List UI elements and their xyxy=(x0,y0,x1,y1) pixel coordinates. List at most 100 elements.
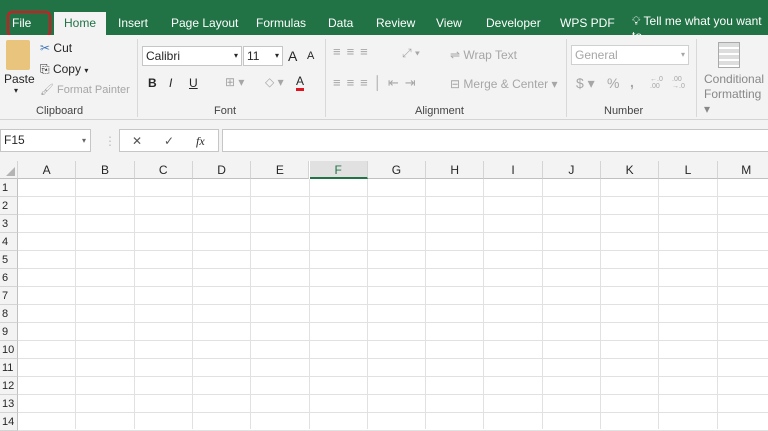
row-header-11[interactable]: 11 xyxy=(0,359,18,377)
font-name-value: Calibri xyxy=(146,49,181,63)
row-header-8[interactable]: 8 xyxy=(0,305,18,323)
title-bar: File Home Insert Page Layout Formulas Data Rev… xyxy=(0,0,768,43)
paste-icon[interactable] xyxy=(6,40,30,70)
shrink-font-button[interactable]: A xyxy=(307,50,314,62)
currency-label: $ xyxy=(576,75,584,91)
column-header-A[interactable]: A xyxy=(18,161,77,179)
gridline xyxy=(18,250,768,251)
tab-insert[interactable]: Insert xyxy=(112,12,154,35)
copy-label: Copy xyxy=(52,62,81,76)
column-header-G[interactable]: G xyxy=(367,161,427,179)
column-header-J[interactable]: J xyxy=(542,161,601,179)
select-all-corner[interactable] xyxy=(0,161,18,179)
ribbon-home: Paste ▾ ✂ Cut ⎘ Copy ▾ 🖌︎ Format Painter… xyxy=(0,35,768,120)
file-highlight-box xyxy=(7,11,51,37)
row-header-14[interactable]: 14 xyxy=(0,413,18,431)
increase-decimal-button[interactable]: ←.0 .00 xyxy=(650,76,668,90)
column-header-E[interactable]: E xyxy=(251,161,310,179)
wrap-text-button[interactable]: ⇌ Wrap Text xyxy=(450,48,517,62)
borders-icon[interactable]: ⊞ ▾ xyxy=(225,75,244,89)
format-painter-label: Format Painter xyxy=(57,84,130,96)
merge-center-label: Merge & Center xyxy=(463,77,549,91)
tab-page-layout[interactable]: Page Layout xyxy=(165,12,244,35)
column-header-D[interactable]: D xyxy=(192,161,252,179)
currency-button[interactable]: $ ▾ xyxy=(576,75,595,92)
font-group-label: Font xyxy=(214,105,237,117)
number-format-select[interactable]: General ▾ xyxy=(571,45,689,65)
tab-formulas[interactable]: Formulas xyxy=(250,12,312,35)
font-name-select[interactable]: Calibri ▾ xyxy=(142,46,242,66)
formula-input[interactable] xyxy=(222,129,768,152)
gridline xyxy=(18,412,768,413)
column-header-M[interactable]: M xyxy=(717,161,768,179)
copy-dropdown-icon[interactable]: ▾ xyxy=(84,66,88,75)
copy-icon: ⎘ xyxy=(40,62,50,76)
row-header-10[interactable]: 10 xyxy=(0,341,18,359)
column-header-K[interactable]: K xyxy=(601,161,660,179)
cut-button[interactable]: ✂ Cut xyxy=(40,41,72,55)
tab-wps-pdf[interactable]: WPS PDF xyxy=(554,12,621,35)
tab-review[interactable]: Review xyxy=(370,12,421,35)
wrap-icon: ⇌ xyxy=(450,48,461,62)
divider xyxy=(325,39,326,117)
name-box-value: F15 xyxy=(4,133,25,147)
row-header-1[interactable]: 1 xyxy=(0,179,18,197)
cancel-icon[interactable]: ✕ xyxy=(132,132,142,150)
wrap-text-label: Wrap Text xyxy=(463,48,517,62)
divider xyxy=(137,39,138,117)
gridline xyxy=(18,268,768,269)
merge-center-button[interactable]: ⊟ Merge & Center ▾ xyxy=(450,77,557,91)
copy-button[interactable]: ⎘ Copy ▾ xyxy=(40,62,88,77)
vertical-align-icons[interactable]: ≡≡≡ xyxy=(333,44,374,59)
fill-color-icon[interactable]: ◇ ▾ xyxy=(265,75,284,89)
row-header-12[interactable]: 12 xyxy=(0,377,18,395)
row-header-9[interactable]: 9 xyxy=(0,323,18,341)
horizontal-align-icons[interactable]: ≡≡≡│⇤⇥ xyxy=(333,75,422,91)
grow-font-button[interactable]: A xyxy=(288,48,297,64)
gridline xyxy=(18,358,768,359)
font-color-button[interactable]: A xyxy=(296,75,305,91)
tab-developer[interactable]: Developer xyxy=(480,12,547,35)
formula-bar: F15 ▾ ⋮ ✕ ✓ fx xyxy=(0,120,768,161)
paste-button[interactable]: Paste xyxy=(4,72,35,86)
conditional-formatting-icon[interactable] xyxy=(718,42,740,68)
tab-home[interactable]: Home xyxy=(54,12,106,35)
column-header-C[interactable]: C xyxy=(134,161,193,179)
tab-view[interactable]: View xyxy=(430,12,468,35)
row-header-5[interactable]: 5 xyxy=(0,251,18,269)
font-size-select[interactable]: 11 ▾ xyxy=(243,46,283,66)
percent-button[interactable]: % xyxy=(607,75,619,91)
drag-handle-icon[interactable]: ⋮ xyxy=(104,134,116,148)
column-header-B[interactable]: B xyxy=(76,161,135,179)
row-header-2[interactable]: 2 xyxy=(0,197,18,215)
row-header-13[interactable]: 13 xyxy=(0,395,18,413)
row-header-4[interactable]: 4 xyxy=(0,233,18,251)
lightbulb-icon: 💡︎ xyxy=(632,14,641,28)
column-header-F[interactable]: F xyxy=(309,161,368,179)
comma-button[interactable]: , xyxy=(630,74,634,90)
column-header-L[interactable]: L xyxy=(659,161,718,179)
column-header-I[interactable]: I xyxy=(484,161,543,179)
merge-icon: ⊟ xyxy=(450,77,461,91)
format-painter-button[interactable]: 🖌︎ Format Painter xyxy=(40,83,130,96)
paste-dropdown-icon[interactable]: ▾ xyxy=(14,86,18,95)
italic-button[interactable]: I xyxy=(169,76,172,90)
number-format-value: General xyxy=(575,48,618,62)
font-size-value: 11 xyxy=(247,49,260,63)
enter-icon[interactable]: ✓ xyxy=(164,132,174,150)
function-icon[interactable]: fx xyxy=(196,132,205,150)
tab-data[interactable]: Data xyxy=(322,12,359,35)
row-header-3[interactable]: 3 xyxy=(0,215,18,233)
column-header-H[interactable]: H xyxy=(426,161,485,179)
decrease-decimal-button[interactable]: .00 →.0 xyxy=(672,76,690,90)
gridline xyxy=(18,340,768,341)
gridline xyxy=(18,214,768,215)
bold-button[interactable]: B xyxy=(148,76,157,90)
conditional-formatting-button[interactable]: Conditional Formatting ▾ xyxy=(704,72,768,117)
underline-button[interactable]: U xyxy=(189,76,198,90)
name-box[interactable]: F15 ▾ xyxy=(0,129,91,152)
orientation-icon[interactable]: ⤢ ▾ xyxy=(402,46,420,61)
formatting-label: Formatting xyxy=(704,87,762,101)
row-header-7[interactable]: 7 xyxy=(0,287,18,305)
row-header-6[interactable]: 6 xyxy=(0,269,18,287)
